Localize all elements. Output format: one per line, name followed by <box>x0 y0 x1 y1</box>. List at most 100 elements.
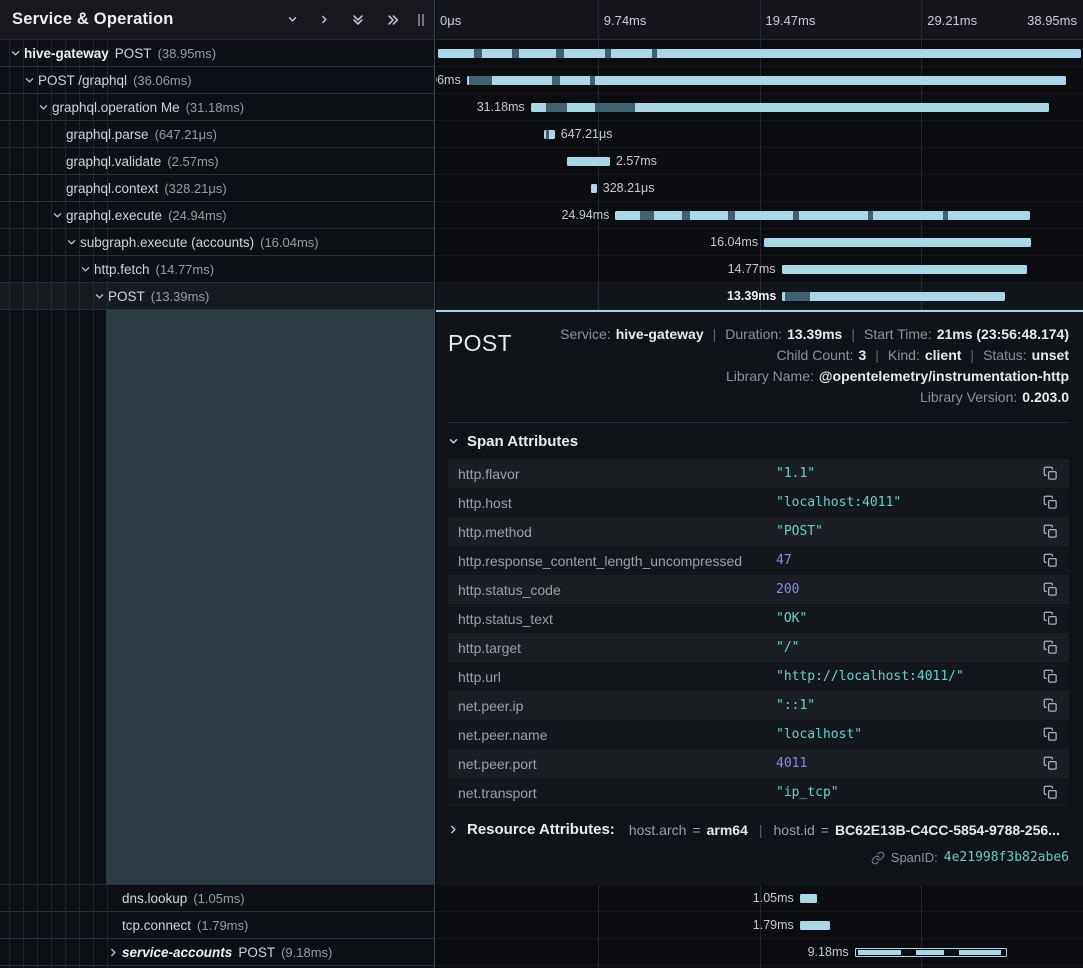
attribute-row: http.status_code200 <box>448 575 1069 604</box>
chevron-down-icon[interactable] <box>80 264 94 275</box>
meta-value: 21ms (23:56:48.174) <box>937 326 1069 342</box>
chevron-right-icon[interactable] <box>448 824 459 835</box>
copy-icon <box>1043 466 1058 481</box>
meta-label: Kind: <box>888 347 920 363</box>
tree-row[interactable]: graphql.context(328.21μs) <box>0 175 434 202</box>
tree-row[interactable]: http.fetch(14.77ms) <box>0 256 434 283</box>
chevron-down-icon[interactable] <box>66 237 80 248</box>
double-chevron-right-button[interactable] <box>384 11 402 29</box>
duration-label: 328.21μs <box>603 175 655 202</box>
span-duration: (328.21μs) <box>164 181 226 196</box>
waterfall-row: 38.95ms <box>436 40 1083 67</box>
span-bar[interactable] <box>782 265 1027 274</box>
meta-label: Library Version: <box>920 389 1017 405</box>
attribute-row: http.target"/" <box>448 633 1069 662</box>
span-meta: Service:hive-gateway|Duration:13.39ms|St… <box>560 324 1069 408</box>
span-attributes-header[interactable]: Span Attributes <box>448 433 1069 450</box>
attribute-key: http.status_code <box>458 582 776 598</box>
copy-value-button[interactable] <box>1041 698 1059 713</box>
meta-value: @opentelemetry/instrumentation-http <box>819 368 1069 384</box>
span-bar[interactable] <box>567 157 610 166</box>
span-self-segment <box>546 103 568 112</box>
tree-row[interactable]: graphql.parse(647.21μs) <box>0 121 434 148</box>
span-bar[interactable] <box>764 238 1030 247</box>
chevron-down-icon[interactable] <box>94 291 108 302</box>
chevron-down-button[interactable] <box>285 12 300 27</box>
chevron-down-icon <box>287 14 298 25</box>
copy-icon <box>1043 640 1058 655</box>
chevron-down-icon[interactable] <box>52 210 66 221</box>
panel-resize-handle[interactable] <box>416 12 426 28</box>
span-duration: (31.18ms) <box>186 100 245 115</box>
span-bar[interactable] <box>438 49 1081 58</box>
operation-name: http.fetch <box>94 262 150 277</box>
span-attributes-section: Span Attributes http.flavor"1.1"http.hos… <box>448 422 1069 807</box>
selected-span-detail-block <box>106 310 434 884</box>
tree-row[interactable]: graphql.operation Me(31.18ms) <box>0 94 434 121</box>
panel-title: Service & Operation <box>12 10 174 29</box>
meta-value: 13.39ms <box>787 326 842 342</box>
copy-icon <box>1043 524 1058 539</box>
copy-value-button[interactable] <box>1041 727 1059 742</box>
copy-icon <box>1043 495 1058 510</box>
span-self-segment <box>793 211 799 220</box>
attribute-value: "::1" <box>776 698 1041 713</box>
timeline-tick-label: 38.95ms <box>1027 0 1077 40</box>
tree-row[interactable]: POST(13.39ms) <box>0 283 434 310</box>
waterfall-row: 647.21μs <box>436 121 1083 148</box>
span-duration: (36.06ms) <box>133 73 192 88</box>
copy-value-button[interactable] <box>1041 466 1059 481</box>
operation-name: graphql.execute <box>66 208 162 223</box>
copy-value-button[interactable] <box>1041 756 1059 771</box>
duration-label: 1.05ms <box>753 885 794 912</box>
operation-name: POST <box>238 945 275 960</box>
span-self-segment <box>595 103 635 112</box>
copy-value-button[interactable] <box>1041 611 1059 626</box>
copy-span-link-button[interactable] <box>871 851 885 865</box>
span-bar[interactable] <box>591 184 596 193</box>
chevron-down-icon[interactable] <box>38 102 52 113</box>
copy-value-button[interactable] <box>1041 640 1059 655</box>
chevron-right-button[interactable] <box>317 12 332 27</box>
chevron-down-icon[interactable] <box>10 48 24 59</box>
tree-row[interactable]: dns.lookup(1.05ms) <box>0 885 434 912</box>
tree-row[interactable]: graphql.validate(2.57ms) <box>0 148 434 175</box>
attribute-value: 200 <box>776 582 1041 597</box>
attribute-key: http.url <box>458 669 776 685</box>
copy-value-button[interactable] <box>1041 785 1059 800</box>
chevron-down-icon <box>52 210 63 221</box>
span-bar[interactable] <box>782 292 1004 301</box>
copy-value-button[interactable] <box>1041 524 1059 539</box>
meta-label: Library Name: <box>726 368 814 384</box>
chevron-down-icon[interactable] <box>448 436 459 447</box>
copy-value-button[interactable] <box>1041 495 1059 510</box>
copy-value-button[interactable] <box>1041 669 1059 684</box>
span-bar[interactable] <box>615 211 1029 220</box>
resource-attributes-row[interactable]: Resource Attributes: host.arch=arm64|hos… <box>448 821 1069 838</box>
span-meta-line: Service:hive-gateway|Duration:13.39ms|St… <box>560 324 1069 345</box>
tree-row[interactable]: service-accountsPOST(9.18ms) <box>0 939 434 966</box>
waterfall-row: 31.18ms <box>436 94 1083 121</box>
double-chevron-down-button[interactable] <box>349 11 367 29</box>
duration-label: 36.06ms <box>436 67 461 94</box>
copy-value-button[interactable] <box>1041 553 1059 568</box>
copy-value-button[interactable] <box>1041 582 1059 597</box>
span-duration: (16.04ms) <box>260 235 319 250</box>
chevron-right-icon[interactable] <box>108 947 122 958</box>
tree-row[interactable]: tcp.connect(1.79ms) <box>0 912 434 939</box>
tree-row[interactable]: hive-gatewayPOST(38.95ms) <box>0 40 434 67</box>
span-detail-spacer <box>0 310 434 885</box>
timeline-tick-label: 9.74ms <box>604 0 647 40</box>
chevron-right-icon <box>319 14 330 25</box>
tree-row[interactable]: subgraph.execute (accounts)(16.04ms) <box>0 229 434 256</box>
chevron-down-icon[interactable] <box>24 75 38 86</box>
attribute-key: http.status_text <box>458 611 776 627</box>
attribute-value: 47 <box>776 553 1041 568</box>
tree-row[interactable]: POST /graphql(36.06ms) <box>0 67 434 94</box>
double-chevron-right-icon <box>386 13 400 27</box>
tree-row[interactable]: graphql.execute(24.94ms) <box>0 202 434 229</box>
span-self-segment <box>552 76 559 85</box>
operation-name: POST <box>108 289 145 304</box>
span-bar[interactable] <box>800 921 830 930</box>
span-bar[interactable] <box>800 894 817 903</box>
